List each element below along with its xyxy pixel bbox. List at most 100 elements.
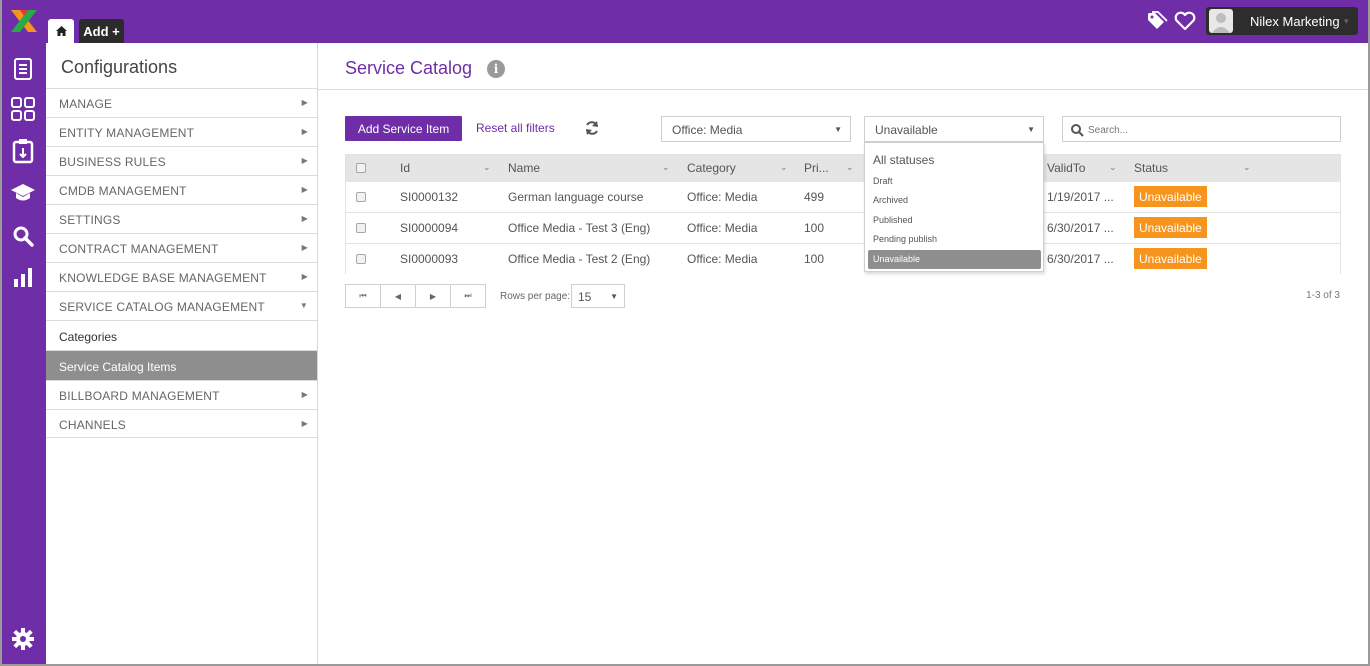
graduation-cap-icon[interactable] [9,179,37,207]
status-badge: Unavailable [1134,248,1207,269]
reset-filters-link[interactable]: Reset all filters [476,121,555,135]
dashboard-grid-icon[interactable] [9,95,37,123]
last-page-icon: ⏭ [464,291,472,300]
configurations-sidebar: Configurations MANAGE ▶ ENTITY MANAGEMENT… [46,43,318,666]
next-page-button[interactable]: ▶ [416,285,451,307]
first-page-button[interactable]: ⏮ [346,285,381,307]
bar-chart-icon[interactable] [9,263,37,291]
previous-page-button[interactable]: ◀ [381,285,416,307]
add-service-item-button[interactable]: Add Service Item [345,116,462,141]
sidebar-item-channels[interactable]: CHANNELS ▶ [46,409,317,438]
document-icon[interactable] [9,55,37,83]
tag-icon[interactable] [1147,11,1169,31]
row-checkbox[interactable] [356,192,366,202]
first-page-icon: ⏮ [359,291,367,300]
search-box [1062,116,1341,142]
status-option-published[interactable]: Published [868,211,1041,230]
column-header-category[interactable]: Category [687,161,736,175]
chevron-down-icon[interactable]: ⌄ [662,162,670,173]
row-checkbox[interactable] [356,254,366,264]
chevron-down-icon[interactable]: ⌄ [780,162,788,173]
status-option-pending-publish[interactable]: Pending publish [868,230,1041,249]
status-badge: Unavailable [1134,217,1207,238]
user-menu[interactable]: Nilex Marketing ▾ [1206,7,1358,35]
select-all-checkbox[interactable] [356,163,366,173]
status-option-archived[interactable]: Archived [868,191,1041,210]
column-header-id[interactable]: Id [400,161,410,175]
chevron-down-icon: ▼ [834,125,842,134]
sidebar-item-knowledge-base-management[interactable]: KNOWLEDGE BASE MANAGEMENT ▶ [46,262,317,291]
chevron-down-icon[interactable]: ⌄ [483,162,491,173]
home-tab[interactable] [48,19,74,43]
sidebar-item-billboard-management[interactable]: BILLBOARD MANAGEMENT ▶ [46,380,317,409]
chevron-right-icon: ▶ [301,272,308,281]
table-header: Id ⌄ Name ⌄ Category ⌄ Pri... ⌄ ValidTo … [346,155,1340,181]
status-filter-select[interactable]: Unavailable ▼ [864,116,1044,142]
search-input[interactable] [1088,121,1328,139]
sidebar-subitem-service-catalog-items[interactable]: Service Catalog Items [46,350,317,380]
service-items-table: Id ⌄ Name ⌄ Category ⌄ Pri... ⌄ ValidTo … [345,154,1341,274]
chevron-down-icon: ▾ [1344,16,1349,26]
nilex-logo-icon[interactable] [11,10,37,32]
column-header-valid-to[interactable]: ValidTo [1047,161,1085,175]
status-option-unavailable[interactable]: Unavailable [868,250,1041,269]
chevron-right-icon: ▶ [301,214,308,223]
info-icon[interactable]: i [487,60,505,78]
avatar [1209,9,1233,33]
chevron-right-icon: ▶ [301,243,308,252]
settings-gear-icon[interactable] [9,625,37,653]
row-checkbox[interactable] [356,223,366,233]
title-divider [318,89,1368,90]
chevron-down-icon: ▼ [610,292,618,301]
chevron-down-icon[interactable]: ⌄ [1109,162,1117,173]
status-option-draft[interactable]: Draft [868,172,1041,191]
sidebar-item-manage[interactable]: MANAGE ▶ [46,88,317,117]
sidebar-item-entity-management[interactable]: ENTITY MANAGEMENT ▶ [46,117,317,146]
sidebar-item-settings[interactable]: SETTINGS ▶ [46,204,317,233]
rows-per-page-select[interactable]: 15 ▼ [571,284,625,308]
chevron-down-icon[interactable]: ⌄ [846,162,854,173]
column-header-status[interactable]: Status [1134,161,1168,175]
chevron-down-icon[interactable]: ⌄ [1243,162,1251,173]
top-bar: Add + Nilex Marketing ▾ [46,0,1370,43]
table-row[interactable]: SI0000132 German language course Office:… [346,181,1340,212]
column-header-name[interactable]: Name [508,161,540,175]
chevron-right-icon: ▶ [301,390,308,399]
status-badge: Unavailable [1134,186,1207,207]
sidebar-menu: MANAGE ▶ ENTITY MANAGEMENT ▶ BUSINESS RULE… [46,88,317,438]
chevron-right-icon: ▶ [301,98,308,107]
sidebar-item-cmdb-management[interactable]: CMDB MANAGEMENT ▶ [46,175,317,204]
category-filter-select[interactable]: Office: Media ▼ [661,116,851,142]
sidebar-subitem-categories[interactable]: Categories [46,320,317,350]
clipboard-icon[interactable] [9,137,37,165]
chevron-right-icon: ▶ [301,185,308,194]
table-row[interactable]: SI0000094 Office Media - Test 3 (Eng) Of… [346,212,1340,243]
icon-rail [0,0,46,666]
sidebar-title: Configurations [61,57,178,77]
table-row[interactable]: SI0000093 Office Media - Test 2 (Eng) Of… [346,243,1340,274]
add-tab[interactable]: Add + [79,19,124,43]
search-icon[interactable] [9,222,37,250]
sidebar-item-contract-management[interactable]: CONTRACT MANAGEMENT ▶ [46,233,317,262]
sidebar-item-business-rules[interactable]: BUSINESS RULES ▶ [46,146,317,175]
sidebar-item-service-catalog-management[interactable]: SERVICE CATALOG MANAGEMENT ▼ [46,291,317,320]
search-icon [1071,124,1084,137]
chevron-right-icon: ▶ [301,156,308,165]
status-option-all[interactable]: All statuses [868,149,1041,168]
home-icon [55,26,67,36]
column-header-price[interactable]: Pri... [804,161,829,175]
page-title: Service Catalog [345,58,473,78]
chevron-down-icon: ▼ [1027,125,1035,134]
chevron-right-icon: ▶ [301,127,308,136]
favorites-heart-icon[interactable] [1174,11,1196,31]
previous-page-icon: ◀ [394,291,402,301]
chevron-down-icon: ▼ [299,301,308,310]
pagination: ⏮ ◀ ▶ ⏭ [345,284,486,308]
chevron-right-icon: ▶ [301,419,308,428]
refresh-icon[interactable] [584,120,600,136]
user-name: Nilex Marketing [1250,14,1340,29]
status-dropdown-menu: All statuses Draft Archived Published Pe… [864,142,1044,272]
rows-per-page-label: Rows per page: [500,291,571,302]
last-page-button[interactable]: ⏭ [451,285,485,307]
next-page-icon: ▶ [429,291,437,301]
